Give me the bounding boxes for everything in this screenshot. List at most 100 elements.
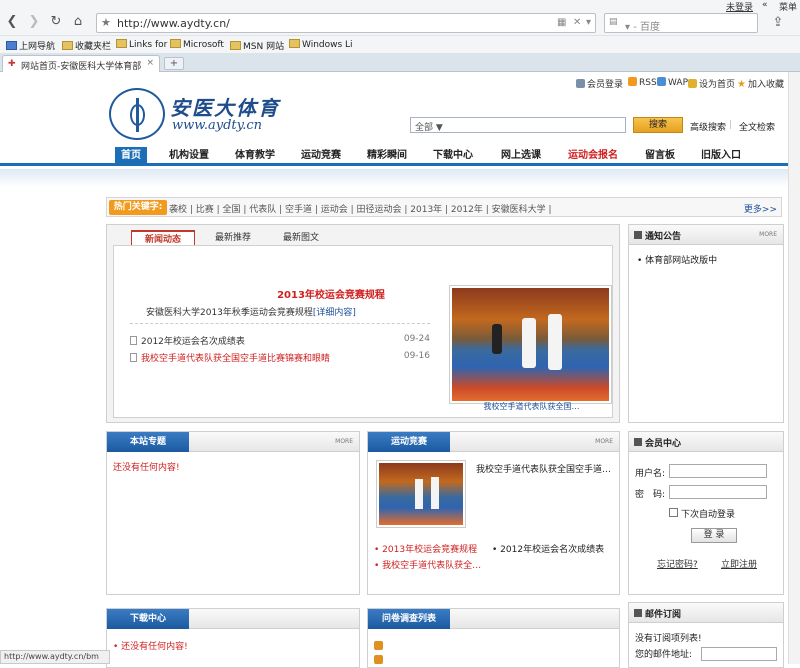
special-header: 本站专题 MORE	[107, 432, 359, 452]
hotwords-list[interactable]: 袭校 | 比赛 | 全国 | 代表队 | 空手道 | 运动会 | 田径运动会 |…	[169, 202, 552, 215]
fav-item-5[interactable]: Windows Li	[289, 39, 353, 50]
username-input[interactable]	[669, 464, 767, 478]
search-box[interactable]: ▤ ▾ - 百度	[604, 13, 758, 33]
news-headline[interactable]: 2013年校运会竞赛规程	[231, 286, 431, 301]
scrollbar[interactable]	[788, 72, 800, 664]
logo-title: 安医大体育	[170, 96, 280, 120]
survey-icon	[374, 655, 383, 664]
member-login-link[interactable]: 会员登录	[576, 77, 623, 90]
competition-header: 运动竞赛 MORE	[368, 432, 619, 452]
document-icon	[130, 336, 137, 345]
close-tab-icon[interactable]: ×	[146, 58, 154, 68]
competition-link[interactable]: • 2013年校运会竞赛规程	[374, 542, 477, 555]
notice-item[interactable]: • 体育部网站改版中	[637, 253, 717, 266]
news-item[interactable]: 2012年校运会名次成绩表 09-24	[130, 334, 430, 347]
nav-item-org[interactable]: 机构设置	[165, 147, 213, 165]
home-icon[interactable]: ⌂	[70, 14, 86, 30]
favorites-bar: 上网导航 收藏夹栏 Links for Microsoft MSN 网站 Win…	[0, 36, 800, 54]
compat-icon[interactable]: ▦	[557, 17, 566, 28]
survey-panel: 问卷调查列表	[367, 608, 620, 668]
nav-item-moments[interactable]: 精彩瞬间	[363, 147, 411, 165]
status-bar: http://www.aydty.cn/bm	[0, 650, 110, 664]
nav-item-oldsite[interactable]: 旧版入口	[697, 147, 745, 165]
fav-item-1[interactable]: 收藏夹栏	[62, 39, 111, 52]
fav-item-2[interactable]: Links for	[116, 39, 167, 50]
download-title: 下载中心	[107, 609, 189, 629]
nav-item-guestbook[interactable]: 留言板	[640, 147, 680, 165]
share-icon[interactable]: ⇪	[770, 15, 786, 31]
competition-title: 运动竞赛	[368, 432, 450, 452]
fulltext-search-link[interactable]: 全文检索	[739, 120, 775, 133]
browser-tab[interactable]: ✚ 网站首页-安徽医科大学体育部 ×	[2, 55, 160, 72]
tab-recommended[interactable]: 最新推荐	[203, 230, 263, 246]
nav-item-course[interactable]: 网上选课	[495, 147, 547, 165]
competition-more-link[interactable]: MORE	[595, 438, 613, 445]
news-item[interactable]: 我校空手道代表队获全国空手道比赛锦赛和眼睛 09-16	[130, 351, 430, 364]
tab-photos[interactable]: 最新图文	[271, 230, 331, 246]
photo-caption[interactable]: 我校空手道代表队获全国…	[449, 401, 614, 412]
folder-icon	[170, 39, 181, 48]
login-button[interactable]: 登 录	[691, 528, 737, 543]
new-tab-button[interactable]: +	[164, 57, 184, 70]
competition-photo[interactable]	[376, 460, 466, 528]
competition-photo-title[interactable]: 我校空手道代表队获全国空手道…	[476, 462, 611, 475]
hotwords-more-link[interactable]: 更多>>	[744, 202, 777, 215]
news-box: 新闻动态 最新推荐 最新图文 2013年校运会竞赛规程 安徽医科大学2013年秋…	[106, 224, 620, 423]
star-icon[interactable]: ★	[101, 16, 111, 29]
special-panel: 本站专题 MORE 还没有任何内容!	[106, 431, 360, 595]
address-bar[interactable]: ★ http://www.aydty.cn/ ▦ ✕ ▾	[96, 13, 596, 33]
rss-link[interactable]: RSS	[628, 77, 657, 88]
login-status[interactable]: 未登录	[726, 0, 753, 13]
athlete-figure	[415, 479, 423, 509]
notice-panel: 通知公告 MORE • 体育部网站改版中	[628, 224, 784, 423]
search-engine-icon[interactable]: ▤	[609, 17, 618, 27]
add-favorite-link[interactable]: ★ 加入收藏	[737, 77, 784, 90]
nav-item-download[interactable]: 下载中心	[429, 147, 477, 165]
news-date: 09-16	[403, 351, 430, 361]
user-icon	[576, 79, 585, 88]
detail-link[interactable]: [详细内容]	[313, 308, 356, 318]
notice-more-link[interactable]: MORE	[759, 231, 777, 238]
nav-item-home[interactable]: 首页	[115, 147, 147, 165]
refresh-icon[interactable]: ↻	[48, 14, 64, 30]
logo-snake	[130, 104, 145, 126]
bullet-icon	[634, 231, 642, 239]
nav-item-competition[interactable]: 运动竞赛	[297, 147, 345, 165]
set-homepage-link[interactable]: 设为首页	[688, 77, 735, 90]
competition-link[interactable]: • 我校空手道代表队获全…	[374, 558, 481, 571]
email-input[interactable]	[701, 647, 777, 661]
close-icon[interactable]: ✕	[573, 17, 581, 28]
notice-title: 通知公告	[645, 232, 682, 242]
folder-icon	[230, 41, 241, 50]
password-input[interactable]	[669, 485, 767, 499]
tab-news[interactable]: 新闻动态	[131, 230, 195, 246]
nav-item-teaching[interactable]: 体育教学	[231, 147, 279, 165]
password-label: 密 码:	[635, 490, 666, 500]
fav-item-3[interactable]: Microsoft	[170, 39, 224, 50]
collapse-icon[interactable]: «	[762, 0, 768, 10]
news-photo[interactable]	[449, 285, 612, 404]
fav-item-4[interactable]: MSN 网站	[230, 39, 284, 52]
news-date: 09-24	[403, 334, 430, 344]
auto-login-checkbox[interactable]	[669, 508, 678, 517]
back-icon[interactable]: ❮	[4, 14, 20, 30]
main-nav: 首页 机构设置 体育教学 运动竞赛 精彩瞬间 下载中心 网上选课 运动会报名 留…	[0, 146, 800, 166]
fav-item-0[interactable]: 上网导航	[6, 39, 55, 52]
wap-link[interactable]: WAP	[657, 77, 688, 88]
competition-link[interactable]: • 2012年校运会名次成绩表	[492, 542, 604, 555]
email-label: 您的邮件地址:	[635, 650, 693, 660]
nav-item-signup[interactable]: 运动会报名	[563, 147, 623, 165]
search-placeholder: ▾ - 百度	[625, 22, 660, 33]
referee-figure	[492, 324, 502, 354]
advanced-search-link[interactable]: 高级搜索	[690, 120, 726, 133]
competition-panel: 运动竞赛 MORE 我校空手道代表队获全国空手道… • 2013年校运会竞赛规程…	[367, 431, 620, 595]
athlete-figure	[431, 477, 439, 509]
site-search-select[interactable]: 全部 ▼	[410, 117, 626, 133]
chevron-down-icon[interactable]: ▾	[586, 17, 591, 28]
special-more-link[interactable]: MORE	[335, 438, 353, 445]
site-search-button[interactable]: 搜索	[633, 117, 683, 133]
menu-label[interactable]: 菜单	[779, 0, 797, 13]
forward-icon[interactable]: ❯	[26, 14, 42, 30]
forgot-password-link[interactable]: 忘记密码?	[657, 557, 698, 570]
register-link[interactable]: 立即注册	[721, 557, 757, 570]
